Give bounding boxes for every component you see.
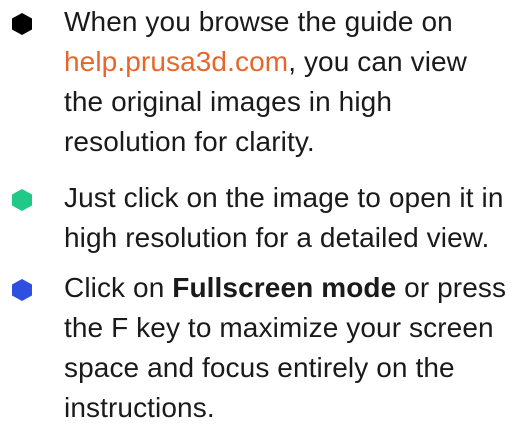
list-item-text-start: Click on bbox=[64, 272, 173, 303]
help-link[interactable]: help.prusa3d.com bbox=[64, 46, 288, 77]
hexagon-icon bbox=[12, 279, 32, 301]
list-item-text: When you browse the guide on help.prusa3… bbox=[64, 2, 514, 162]
list-item-text-start: When you browse the guide on bbox=[64, 6, 453, 37]
fullscreen-mode-label: Fullscreen mode bbox=[172, 272, 397, 303]
list-item-text: Click on Fullscreen mode or press the F … bbox=[64, 268, 514, 428]
hexagon-icon bbox=[12, 13, 32, 35]
instruction-list: When you browse the guide on help.prusa3… bbox=[0, 0, 521, 423]
list-item-text: Just click on the image to open it in hi… bbox=[64, 182, 504, 253]
hexagon-icon bbox=[12, 189, 32, 211]
